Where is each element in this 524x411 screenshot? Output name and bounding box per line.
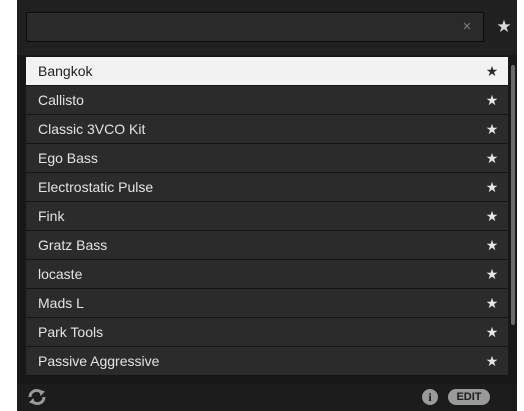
list-item[interactable]: Passive Aggressive ★: [26, 347, 508, 376]
list-item[interactable]: Electrostatic Pulse ★: [26, 173, 508, 202]
star-icon[interactable]: ★: [484, 318, 500, 346]
search-bar: × ★: [17, 0, 517, 55]
list-item[interactable]: Gratz Bass ★: [26, 231, 508, 260]
list-item-label: Electrostatic Pulse: [38, 179, 154, 195]
list-item-label: Ego Bass: [38, 150, 98, 166]
list-item-label: Classic 3VCO Kit: [38, 121, 146, 137]
star-icon[interactable]: ★: [484, 260, 500, 288]
star-icon[interactable]: ★: [484, 202, 500, 230]
list-item-label: Passive Aggressive: [38, 353, 160, 369]
star-icon[interactable]: ★: [495, 15, 513, 39]
star-icon[interactable]: ★: [484, 144, 500, 172]
list-item[interactable]: Park Tools ★: [26, 318, 508, 347]
list-item-label: Fink: [38, 208, 65, 224]
star-icon[interactable]: ★: [484, 347, 500, 375]
refresh-icon[interactable]: [27, 388, 47, 406]
close-icon[interactable]: ×: [459, 18, 475, 36]
search-input[interactable]: [33, 17, 457, 39]
list-item[interactable]: Mads L ★: [26, 289, 508, 318]
star-icon[interactable]: ★: [484, 289, 500, 317]
star-icon[interactable]: ★: [484, 57, 500, 85]
list-item-label: Park Tools: [38, 324, 104, 340]
info-icon[interactable]: i: [422, 389, 438, 405]
footer-bar: i EDIT: [17, 384, 517, 411]
preset-list: Bangkok ★ Callisto ★ Classic 3VCO Kit ★ Ego Ba…: [26, 57, 508, 382]
star-icon[interactable]: ★: [484, 86, 500, 114]
list-item[interactable]: Classic 3VCO Kit ★: [26, 115, 508, 144]
scrollbar[interactable]: [511, 57, 515, 382]
list-item[interactable]: Ego Bass ★: [26, 144, 508, 173]
star-icon[interactable]: ★: [484, 115, 500, 143]
star-icon[interactable]: ★: [484, 231, 500, 259]
star-icon[interactable]: ★: [484, 173, 500, 201]
list-item-label: Bangkok: [38, 63, 93, 79]
list-item-label: locaste: [38, 266, 83, 282]
scrollbar-thumb[interactable]: [511, 65, 515, 325]
list-item-label: Callisto: [38, 92, 84, 108]
list-item-label: Mads L: [38, 295, 84, 311]
list-item[interactable]: locaste ★: [26, 260, 508, 289]
search-box[interactable]: ×: [26, 12, 484, 42]
list-item[interactable]: Bangkok ★: [26, 57, 508, 86]
list-item-label: Gratz Bass: [38, 237, 108, 253]
list-item[interactable]: Callisto ★: [26, 86, 508, 115]
browser-panel: × ★ Bangkok ★ Callisto ★ Classic 3VCO Kit ★ Eg…: [17, 0, 517, 411]
edit-button[interactable]: EDIT: [448, 389, 490, 405]
list-item[interactable]: Fink ★: [26, 202, 508, 231]
